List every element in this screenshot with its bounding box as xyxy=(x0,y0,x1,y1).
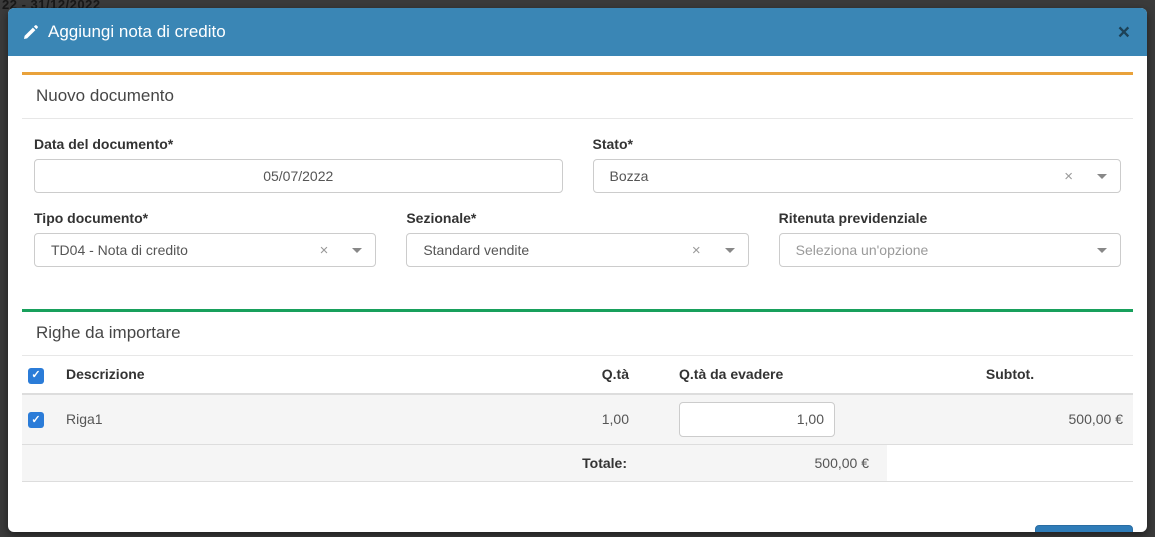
label-data-documento: Data del documento* xyxy=(34,136,563,152)
ritenuta-previdenziale-select[interactable]: Seleziona un'opzione xyxy=(779,233,1121,267)
row-checkbox[interactable]: ✓ xyxy=(28,412,44,428)
column-header-qta-da-evadere: Q.tà da evadere xyxy=(637,356,887,394)
column-header-qta: Q.tà xyxy=(541,356,637,394)
modal-header: Aggiungi nota di credito × xyxy=(8,8,1147,56)
select-all-checkbox[interactable]: ✓ xyxy=(28,368,44,384)
panel-righe-da-importare: Righe da importare ✓ Descrizione Q.tà Q.… xyxy=(22,309,1133,482)
totale-label: Totale: xyxy=(22,444,637,481)
totale-value: 500,00 € xyxy=(637,444,887,481)
table-row: ✓ Riga1 1,00 500,00 € xyxy=(22,394,1133,445)
chevron-down-icon xyxy=(352,248,362,253)
panel-nuovo-documento: Nuovo documento Data del documento* Stat… xyxy=(22,72,1133,287)
clear-icon[interactable]: × xyxy=(1064,169,1073,184)
section-heading-nuovo-documento: Nuovo documento xyxy=(22,75,1133,119)
sezionale-select[interactable]: Standard vendite × xyxy=(406,233,748,267)
righe-table: ✓ Descrizione Q.tà Q.tà da evadere Subto… xyxy=(22,356,1133,482)
close-icon[interactable]: × xyxy=(1116,22,1132,43)
table-footer-row: Totale: 500,00 € xyxy=(22,444,1133,481)
label-tipo-documento: Tipo documento* xyxy=(34,210,376,226)
chevron-down-icon xyxy=(725,248,735,253)
modal-title: Aggiungi nota di credito xyxy=(48,22,226,42)
clear-icon[interactable]: × xyxy=(692,243,701,258)
stato-select[interactable]: Bozza × xyxy=(593,159,1122,193)
modal-body: Nuovo documento Data del documento* Stat… xyxy=(8,56,1147,532)
data-documento-input[interactable] xyxy=(34,159,563,193)
label-stato: Stato* xyxy=(593,136,1122,152)
add-credit-note-modal: Aggiungi nota di credito × Nuovo documen… xyxy=(8,8,1147,532)
cell-descrizione: Riga1 xyxy=(58,394,541,445)
pencil-icon xyxy=(23,24,39,40)
stato-selected-value: Bozza xyxy=(610,168,1059,184)
column-header-descrizione: Descrizione xyxy=(58,356,541,394)
section-heading-righe-da-importare: Righe da importare xyxy=(22,312,1133,356)
table-header-row: ✓ Descrizione Q.tà Q.tà da evadere Subto… xyxy=(22,356,1133,394)
column-header-subtot: Subtot. xyxy=(887,356,1133,394)
tipo-documento-selected-value: TD04 - Nota di credito xyxy=(51,242,314,258)
clear-icon[interactable]: × xyxy=(320,243,329,258)
chevron-down-icon xyxy=(1097,248,1107,253)
modal-footer: + Aggiungi xyxy=(22,504,1133,533)
chevron-down-icon xyxy=(1097,174,1107,179)
ritenuta-placeholder: Seleziona un'opzione xyxy=(796,242,1097,258)
cell-subtot: 500,00 € xyxy=(887,394,1133,445)
label-ritenuta-previdenziale: Ritenuta previdenziale xyxy=(779,210,1121,226)
add-button[interactable]: + Aggiungi xyxy=(1035,525,1133,533)
label-sezionale: Sezionale* xyxy=(406,210,748,226)
footer-empty-cell xyxy=(887,444,1133,481)
qta-da-evadere-input[interactable] xyxy=(679,402,835,437)
cell-qta: 1,00 xyxy=(541,394,637,445)
sezionale-selected-value: Standard vendite xyxy=(423,242,686,258)
tipo-documento-select[interactable]: TD04 - Nota di credito × xyxy=(34,233,376,267)
